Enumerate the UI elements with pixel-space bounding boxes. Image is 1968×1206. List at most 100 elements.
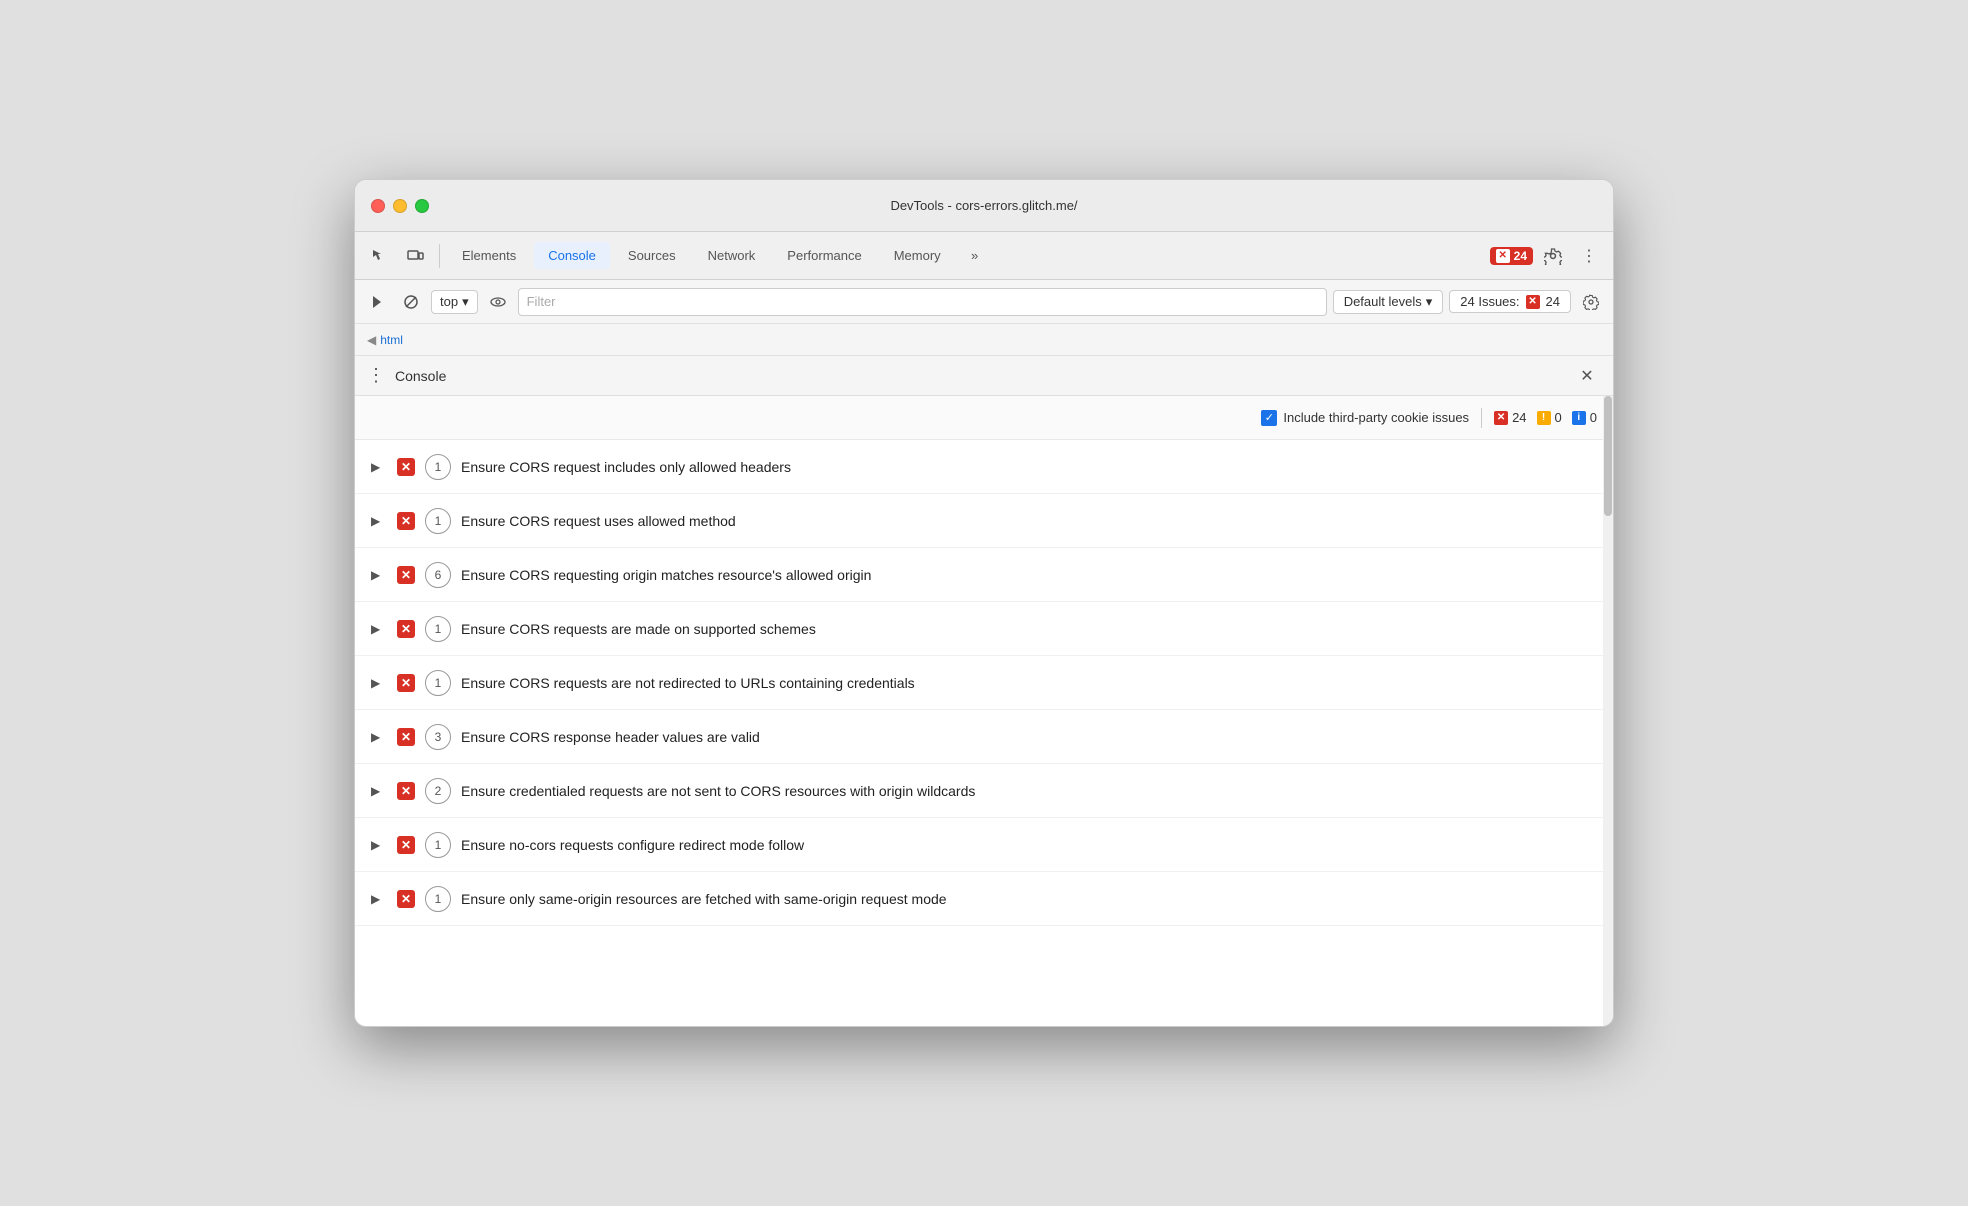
minimize-button[interactable] xyxy=(393,199,407,213)
issue-count-badge: 1 xyxy=(425,508,451,534)
device-toolbar-button[interactable] xyxy=(399,240,431,272)
issue-text: Ensure no-cors requests configure redire… xyxy=(461,837,804,853)
toolbar-separator xyxy=(439,244,440,268)
scrollbar[interactable] xyxy=(1603,396,1613,1026)
expand-arrow: ▶ xyxy=(371,892,387,906)
issues-list: ▶ ✕ 1 Ensure CORS request includes only … xyxy=(355,440,1613,1026)
breadcrumb: ◀ html xyxy=(355,324,1613,356)
titlebar: DevTools - cors-errors.glitch.me/ xyxy=(355,180,1613,232)
breadcrumb-back-arrow[interactable]: ◀ xyxy=(367,333,376,347)
issue-row[interactable]: ▶ ✕ 6 Ensure CORS requesting origin matc… xyxy=(355,548,1613,602)
issue-count-badge: 2 xyxy=(425,778,451,804)
expand-arrow: ▶ xyxy=(371,730,387,744)
issue-count-badge: 1 xyxy=(425,670,451,696)
expand-arrow: ▶ xyxy=(371,838,387,852)
issues-label: 24 Issues: xyxy=(1460,294,1519,309)
issue-count-badge: 6 xyxy=(425,562,451,588)
context-label: top xyxy=(440,294,458,309)
issue-error-icon: ✕ xyxy=(397,674,415,692)
maximize-button[interactable] xyxy=(415,199,429,213)
issue-row[interactable]: ▶ ✕ 2 Ensure credentialed requests are n… xyxy=(355,764,1613,818)
issue-count-badge: 3 xyxy=(425,724,451,750)
warn-count-icon: ! xyxy=(1537,411,1551,425)
issue-error-icon: ✕ xyxy=(397,782,415,800)
issue-text: Ensure CORS requesting origin matches re… xyxy=(461,567,871,583)
expand-arrow: ▶ xyxy=(371,568,387,582)
issue-error-icon: ✕ xyxy=(397,836,415,854)
tab-network[interactable]: Network xyxy=(694,242,770,269)
third-party-cookie-checkbox[interactable]: Include third-party cookie issues xyxy=(1261,410,1469,426)
checkbox-checked xyxy=(1261,410,1277,426)
tab-sources[interactable]: Sources xyxy=(614,242,690,269)
filter-input[interactable] xyxy=(518,288,1327,316)
console-panel-title: Console xyxy=(395,368,446,384)
tab-memory[interactable]: Memory xyxy=(880,242,955,269)
issue-error-icon: ✕ xyxy=(397,890,415,908)
settings-button[interactable] xyxy=(1537,240,1569,272)
breadcrumb-html[interactable]: html xyxy=(380,333,403,347)
info-count-icon: i xyxy=(1572,411,1586,425)
issues-x-icon: ✕ xyxy=(1526,295,1540,309)
issue-row[interactable]: ▶ ✕ 1 Ensure CORS request uses allowed m… xyxy=(355,494,1613,548)
window-title: DevTools - cors-errors.glitch.me/ xyxy=(890,198,1077,213)
issues-panel: Include third-party cookie issues ✕ 24 !… xyxy=(355,396,1613,1026)
more-menu-button[interactable]: ⋮ xyxy=(1573,240,1605,272)
expand-arrow: ▶ xyxy=(371,460,387,474)
devtools-window: DevTools - cors-errors.glitch.me/ Elemen… xyxy=(354,179,1614,1027)
error-count-value: 24 xyxy=(1514,249,1527,263)
inspect-element-button[interactable] xyxy=(363,240,395,272)
issue-row[interactable]: ▶ ✕ 1 Ensure CORS requests are made on s… xyxy=(355,602,1613,656)
run-button[interactable] xyxy=(363,288,391,316)
tab-console[interactable]: Console xyxy=(534,242,610,269)
error-count-item: ✕ 24 xyxy=(1494,410,1526,425)
issue-error-icon: ✕ xyxy=(397,566,415,584)
issue-error-icon: ✕ xyxy=(397,620,415,638)
error-x-icon: ✕ xyxy=(1496,249,1510,263)
issue-text: Ensure credentialed requests are not sen… xyxy=(461,783,975,799)
close-button[interactable] xyxy=(371,199,385,213)
log-levels-button[interactable]: Default levels ▾ xyxy=(1333,290,1444,314)
issue-row[interactable]: ▶ ✕ 1 Ensure CORS request includes only … xyxy=(355,440,1613,494)
issue-text: Ensure CORS requests are not redirected … xyxy=(461,675,915,691)
issue-row[interactable]: ▶ ✕ 1 Ensure only same-origin resources … xyxy=(355,872,1613,926)
issues-count-value: 24 xyxy=(1546,294,1560,309)
issue-error-icon: ✕ xyxy=(397,512,415,530)
info-count-item: i 0 xyxy=(1572,410,1597,425)
issue-count-badge: 1 xyxy=(425,886,451,912)
issue-row[interactable]: ▶ ✕ 1 Ensure no-cors requests configure … xyxy=(355,818,1613,872)
issue-text: Ensure CORS request uses allowed method xyxy=(461,513,736,529)
issue-error-icon: ✕ xyxy=(397,728,415,746)
tab-elements[interactable]: Elements xyxy=(448,242,530,269)
console-menu-icon[interactable]: ⋮ xyxy=(367,365,385,386)
scrollbar-thumb[interactable] xyxy=(1604,396,1612,516)
issues-count-badge[interactable]: 24 Issues: ✕ 24 xyxy=(1449,290,1571,313)
issue-error-icon: ✕ xyxy=(397,458,415,476)
issue-row[interactable]: ▶ ✕ 3 Ensure CORS response header values… xyxy=(355,710,1613,764)
issue-text: Ensure CORS response header values are v… xyxy=(461,729,760,745)
issue-text: Ensure CORS request includes only allowe… xyxy=(461,459,791,475)
issue-count-badge: 1 xyxy=(425,832,451,858)
window-controls xyxy=(371,199,429,213)
issue-text: Ensure CORS requests are made on support… xyxy=(461,621,816,637)
error-count-badge[interactable]: ✕ 24 xyxy=(1490,247,1533,265)
console-panel-header: ⋮ Console ✕ xyxy=(355,356,1613,396)
expand-arrow: ▶ xyxy=(371,784,387,798)
console-settings-button[interactable] xyxy=(1577,288,1605,316)
error-count-icon: ✕ xyxy=(1494,411,1508,425)
eye-button[interactable] xyxy=(484,288,512,316)
issues-counts: ✕ 24 ! 0 i 0 xyxy=(1494,410,1597,425)
issue-count-badge: 1 xyxy=(425,454,451,480)
block-button[interactable] xyxy=(397,288,425,316)
expand-arrow: ▶ xyxy=(371,676,387,690)
tab-performance[interactable]: Performance xyxy=(773,242,875,269)
log-levels-label: Default levels xyxy=(1344,294,1422,309)
console-toolbar: top ▾ Default levels ▾ 24 Issues: ✕ 24 xyxy=(355,280,1613,324)
context-selector[interactable]: top ▾ xyxy=(431,290,478,314)
issue-count-badge: 1 xyxy=(425,616,451,642)
error-count-num: 24 xyxy=(1512,410,1526,425)
more-tabs-button[interactable]: » xyxy=(959,240,991,272)
context-dropdown-arrow: ▾ xyxy=(462,294,469,310)
issue-row[interactable]: ▶ ✕ 1 Ensure CORS requests are not redir… xyxy=(355,656,1613,710)
console-close-button[interactable]: ✕ xyxy=(1573,362,1601,390)
log-levels-arrow: ▾ xyxy=(1426,294,1433,310)
